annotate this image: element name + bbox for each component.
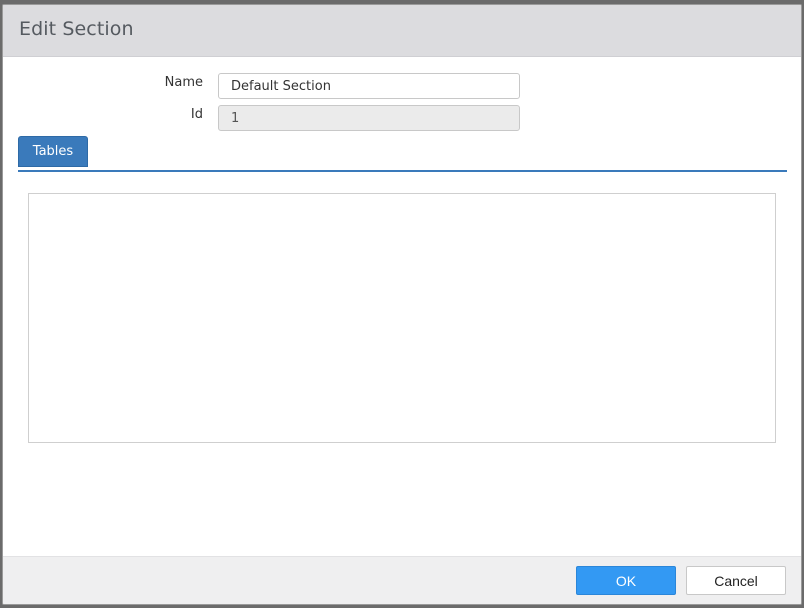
cancel-button[interactable]: Cancel (686, 566, 786, 595)
tab-underline (18, 170, 787, 172)
id-label: Id (190, 107, 203, 122)
tab-tables-label: Tables (32, 144, 74, 159)
name-field[interactable] (218, 73, 520, 99)
dialog-footer: OK Cancel (3, 556, 801, 604)
ok-button[interactable]: OK (576, 566, 676, 595)
id-field (218, 105, 520, 131)
tab-tables[interactable]: Tables (18, 136, 88, 167)
dialog-title: Edit Section (19, 18, 134, 40)
dialog-titlebar[interactable]: Edit Section (3, 5, 801, 57)
edit-section-dialog: Edit Section Name Id Tables OK Cancel (2, 4, 802, 605)
name-label: Name (164, 75, 203, 90)
tables-content-panel (28, 193, 776, 443)
